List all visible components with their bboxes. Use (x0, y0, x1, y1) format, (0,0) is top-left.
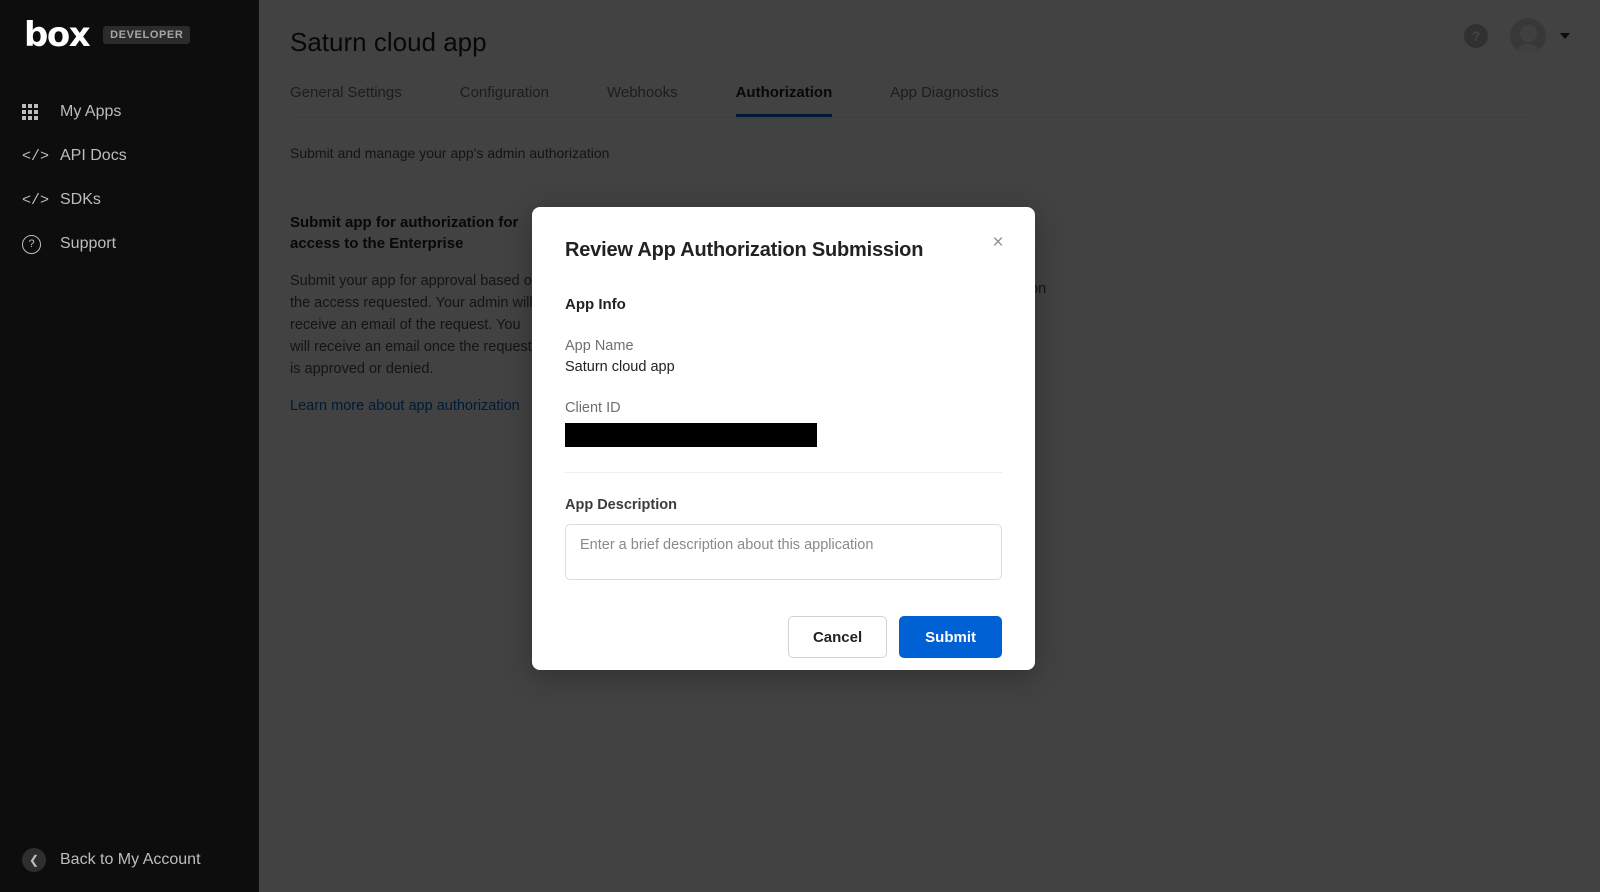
sidebar-item-label: API Docs (60, 147, 127, 164)
sidebar-item-label: My Apps (60, 103, 122, 120)
sidebar-item-label: SDKs (60, 191, 101, 208)
modal-divider (565, 472, 1002, 473)
box-logo: box (24, 15, 91, 55)
app-description-label: App Description (565, 497, 677, 513)
question-circle-icon: ? (22, 233, 48, 255)
sidebar: box DEVELOPER My Apps </> API Docs </> S… (0, 0, 259, 892)
app-description-input[interactable] (565, 524, 1002, 580)
close-icon[interactable]: × (984, 229, 1012, 257)
submit-button[interactable]: Submit (899, 616, 1002, 658)
client-id-redacted-value (565, 423, 817, 447)
sidebar-item-label: Support (60, 235, 117, 252)
review-app-authorization-modal: × Review App Authorization Submission Ap… (532, 207, 1035, 670)
client-id-label: Client ID (565, 400, 621, 416)
app-root: box DEVELOPER My Apps </> API Docs </> S… (0, 0, 1600, 892)
app-name-label: App Name (565, 338, 634, 354)
sidebar-item-api-docs[interactable]: </> API Docs (0, 134, 259, 178)
back-to-my-account[interactable]: ❮ Back to My Account (0, 848, 259, 872)
app-info-section-title: App Info (565, 296, 626, 313)
developer-badge: DEVELOPER (103, 26, 191, 44)
sidebar-item-my-apps[interactable]: My Apps (0, 90, 259, 134)
code-icon: </> (22, 147, 50, 165)
sidebar-logo-row[interactable]: box DEVELOPER (0, 0, 259, 52)
modal-actions: Cancel Submit (565, 616, 1002, 658)
back-to-my-account-label: Back to My Account (60, 851, 201, 868)
sidebar-item-sdks[interactable]: </> SDKs (0, 178, 259, 222)
chevron-left-circle-icon: ❮ (22, 848, 46, 872)
sidebar-item-support[interactable]: ? Support (0, 222, 259, 266)
app-name-value: Saturn cloud app (565, 359, 675, 375)
code-icon: </> (22, 191, 50, 209)
modal-title: Review App Authorization Submission (565, 239, 924, 261)
sidebar-nav: My Apps </> API Docs </> SDKs ? Support (0, 90, 259, 266)
cancel-button[interactable]: Cancel (787, 616, 888, 658)
grid-icon (22, 101, 48, 123)
